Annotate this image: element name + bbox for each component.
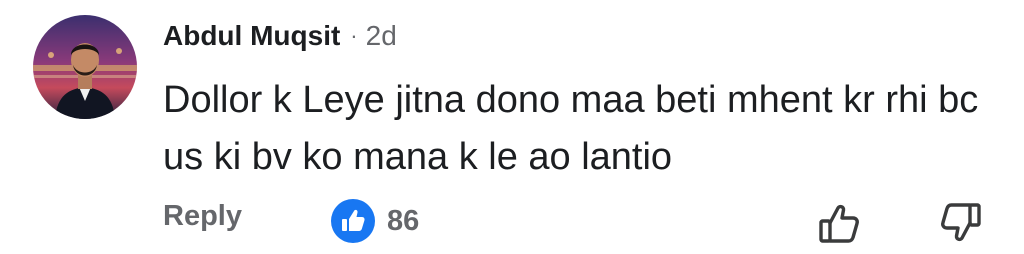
like-badge-icon bbox=[331, 199, 375, 243]
comment-header: Abdul Muqsit · 2d bbox=[163, 16, 397, 56]
like-count: 86 bbox=[387, 204, 420, 237]
comment-text: Dollor k Leye jitna dono maa beti mhent … bbox=[163, 79, 979, 178]
reply-button[interactable]: Reply bbox=[163, 200, 242, 233]
reaction-summary[interactable]: 86 bbox=[331, 199, 419, 243]
author-name[interactable]: Abdul Muqsit bbox=[163, 20, 340, 52]
avatar[interactable] bbox=[33, 15, 137, 119]
separator-dot: · bbox=[350, 23, 358, 48]
comment-age: 2d bbox=[365, 20, 397, 51]
avatar-photo bbox=[33, 15, 137, 119]
thumb-down-icon[interactable] bbox=[937, 199, 985, 247]
thumb-up-icon[interactable] bbox=[815, 199, 863, 247]
